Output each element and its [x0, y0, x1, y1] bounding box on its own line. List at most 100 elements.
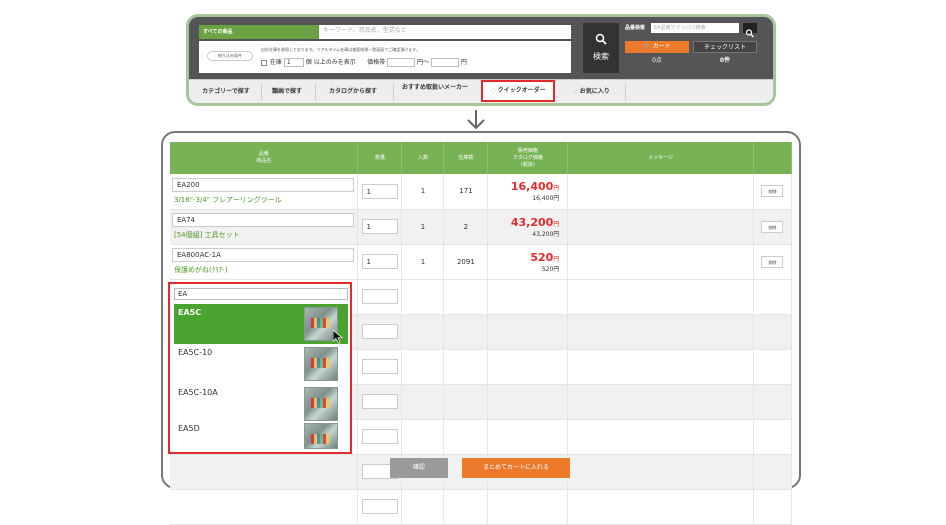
search-bar: すべての商品 キーワード、商品名、型式など 絞り込み条件 自社在庫を参照しており… — [189, 17, 773, 79]
header-quantity: 数量 — [357, 142, 403, 174]
sale-price-value: 43,200 — [510, 215, 554, 229]
quantity-input[interactable] — [362, 359, 399, 374]
code-input[interactable]: EA200 — [172, 177, 354, 192]
code-name-cell — [170, 454, 359, 490]
suggestion-item[interactable]: EA5C-10A — [174, 384, 348, 424]
action-cell — [753, 314, 793, 350]
quantity-cell: 1 — [357, 244, 403, 280]
keyword-search-input[interactable]: キーワード、商品名、型式など — [319, 25, 571, 39]
nav-catalog[interactable]: カタログから探す — [319, 80, 387, 103]
suggestion-code: EA5D — [178, 424, 200, 433]
action-cell — [753, 419, 793, 455]
suggestion-item[interactable]: EA5D — [174, 420, 348, 452]
suggestion-code: EA5C — [178, 308, 202, 317]
message-cell — [567, 244, 754, 280]
cart-button[interactable]: 🛒 カート — [625, 41, 689, 53]
down-arrow-icon — [467, 110, 485, 130]
delete-button[interactable]: 削除 — [761, 185, 784, 198]
filter-label: 絞り込み条件 — [207, 51, 253, 61]
add-all-to-cart-button[interactable]: まとめてカートに入れる — [462, 458, 570, 478]
stock-checkbox[interactable] — [261, 59, 267, 66]
code-name-cell — [170, 489, 359, 525]
table-row — [170, 489, 793, 525]
quantity-input[interactable] — [362, 289, 399, 304]
nav-divider — [315, 84, 316, 100]
quantity-cell — [357, 314, 403, 350]
code-input[interactable]: EA74 — [172, 213, 354, 227]
quantity-input[interactable] — [362, 394, 399, 409]
suggestion-item[interactable]: EA5C-10 — [174, 344, 348, 384]
catalog-price: 43,200円 — [532, 230, 560, 238]
cart-label: カート — [652, 43, 671, 50]
nav-makers[interactable]: おすすめ取扱いメーカー — [399, 80, 471, 103]
mouse-cursor-icon — [333, 330, 344, 344]
delete-button[interactable]: 削除 — [761, 255, 784, 268]
code-name-cell: EA200 3/16"-3/4" フレアーリングツール — [170, 174, 359, 210]
catalog-price: 16,400円 — [532, 195, 560, 203]
price-cell — [487, 419, 569, 455]
product-thumbnail — [304, 387, 338, 421]
confirm-button[interactable]: 確認 — [390, 458, 448, 478]
code-input[interactable]: EA800AC-1A — [172, 248, 354, 262]
suggestion-item[interactable]: EA5C — [174, 304, 348, 344]
stock-cell — [443, 279, 489, 315]
nav-quick-order-label: クイックオーダー — [497, 87, 546, 94]
action-cell — [753, 349, 793, 385]
nav-image[interactable]: 類画で探す — [265, 80, 309, 103]
nav-quick-order[interactable]: ◌ クイックオーダー — [481, 80, 555, 102]
quantity-cell — [357, 419, 403, 455]
action-cell — [753, 279, 793, 315]
quantity-input[interactable] — [362, 499, 399, 514]
search-icon — [595, 33, 607, 45]
header-name: 商品名 — [256, 158, 272, 164]
price-cell — [487, 489, 569, 525]
price-to-input[interactable] — [430, 58, 459, 67]
price-from-input[interactable] — [387, 58, 416, 67]
action-cell: 削除 — [753, 209, 793, 245]
nav-category[interactable]: カテゴリーで探す — [195, 80, 257, 103]
nav-favorites[interactable]: ☆ お気に入り — [561, 80, 621, 103]
price-cell — [487, 349, 569, 385]
filter-note: 自社在庫を参照しております。リアルタイム在庫は検索結果一覧画面でご確認頂けます。 — [261, 47, 420, 52]
header-price-1: 販売価格 — [517, 147, 538, 154]
refresh-icon: ◌ — [490, 87, 498, 94]
quantity-input[interactable] — [362, 324, 399, 339]
quantity-cell: 1 — [357, 209, 403, 245]
code-search-input[interactable]: EA — [174, 288, 348, 300]
search-button[interactable]: 検索 — [583, 23, 619, 73]
quantity-input[interactable]: 1 — [362, 219, 399, 234]
stock-cell: 2091 — [443, 244, 489, 280]
quantity-input[interactable] — [362, 429, 399, 444]
quantity-input[interactable]: 1 — [362, 254, 399, 269]
pack-cell: 1 — [401, 174, 445, 210]
part-search-block: 品番検索 EA品番でイッパツ検索 🛒 カート 0点 チェックリスト 0件 — [625, 23, 767, 73]
part-search-button[interactable] — [743, 23, 757, 38]
header-pack: 入数 — [401, 142, 445, 174]
quantity-input[interactable]: 1 — [362, 183, 399, 199]
price-cell: 16,400円 16,400円 — [487, 174, 569, 210]
header-action — [753, 142, 793, 174]
quantity-cell — [357, 349, 403, 385]
pack-cell — [401, 314, 445, 350]
sale-price: 43,200円 — [488, 216, 567, 229]
header-code: 品番 — [258, 151, 269, 157]
stock-quantity-input[interactable]: 1 — [283, 58, 304, 67]
checklist-button[interactable]: チェックリスト — [693, 41, 757, 53]
code-name-cell: EA74 [54個組] 工具セット — [170, 209, 359, 245]
nav-divider — [261, 84, 262, 100]
delete-button[interactable]: 削除 — [761, 220, 784, 233]
catalog-price: 520円 — [541, 265, 560, 273]
pack-cell — [401, 279, 445, 315]
price-unit: 円 — [553, 185, 560, 193]
sale-price-value: 520 — [530, 250, 554, 264]
sale-price: 16,400円 — [488, 180, 567, 193]
checklist-count: 0件 — [719, 57, 731, 64]
pack-cell — [401, 384, 445, 420]
header-code-name: 品番 商品名 — [170, 142, 359, 174]
all-products-select[interactable]: すべての商品 — [199, 25, 319, 39]
product-thumbnail — [304, 347, 338, 381]
pack-cell — [401, 419, 445, 455]
code-name-cell: EA800AC-1A 保護めがね(ｸﾘｱ-) — [170, 244, 359, 280]
part-search-input[interactable]: EA品番でイッパツ検索 — [651, 23, 739, 33]
product-thumbnail — [304, 423, 338, 449]
